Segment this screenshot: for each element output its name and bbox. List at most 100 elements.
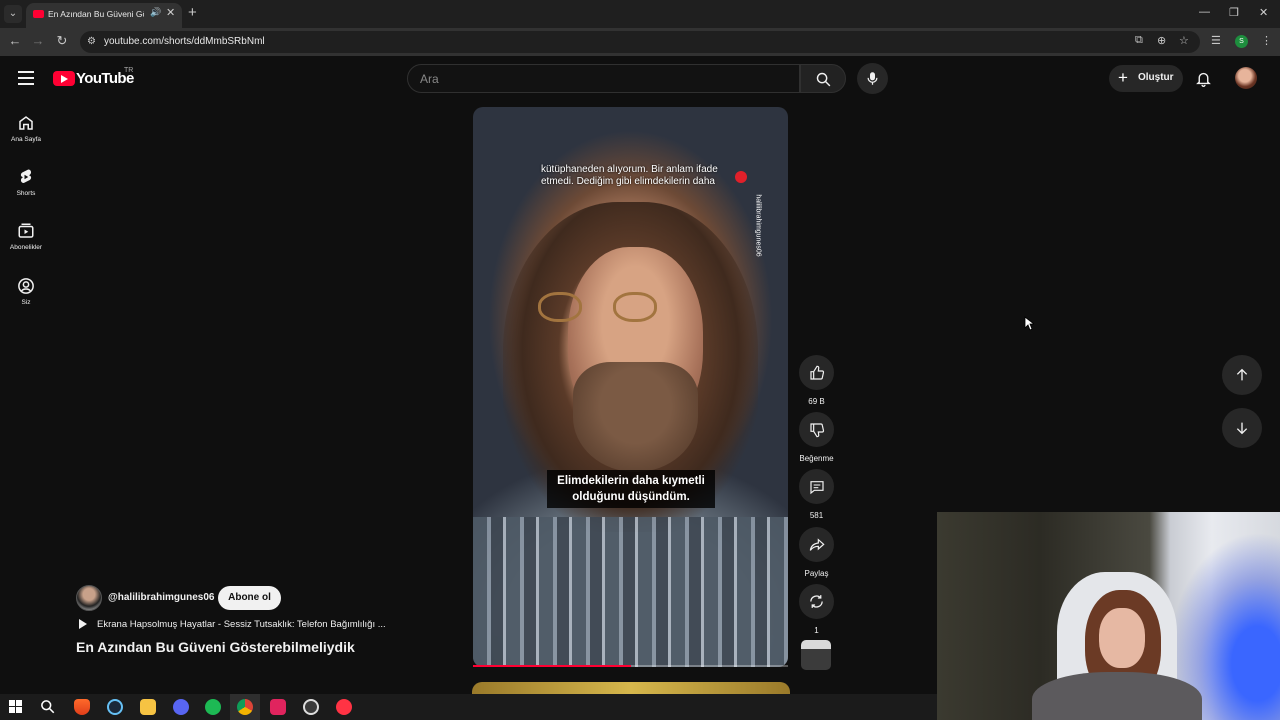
chrome-taskbar-active[interactable] — [230, 694, 260, 720]
comments-button[interactable] — [799, 469, 834, 504]
new-tab-button[interactable]: + — [188, 4, 197, 21]
video-watermark: halilibrahimgunes06 — [754, 194, 762, 257]
share-icon — [809, 537, 825, 551]
webcam-person-face — [1099, 608, 1145, 668]
windows-taskbar — [0, 694, 937, 720]
like-button[interactable] — [799, 355, 834, 390]
create-button[interactable]: + Oluştur — [1109, 65, 1183, 92]
discord-icon[interactable] — [173, 699, 189, 715]
sidebar-item-home[interactable]: Ana Sayfa — [0, 114, 52, 143]
dislike-button[interactable] — [799, 412, 834, 447]
previous-short-button[interactable] — [1222, 355, 1262, 395]
channel-handle[interactable]: @halilibrahimgunes06 — [108, 592, 214, 603]
file-explorer-icon[interactable] — [140, 699, 156, 715]
app-bubble-icon[interactable] — [336, 699, 352, 715]
steam-icon[interactable] — [107, 699, 123, 715]
country-code: TR — [124, 67, 134, 74]
next-short-button[interactable] — [1222, 408, 1262, 448]
voice-search-button[interactable] — [857, 63, 888, 94]
close-window-icon[interactable]: ✕ — [1259, 6, 1268, 19]
address-toolbar: ← → ↻ ⚙ youtube.com/shorts/ddMmbSRbNml ⧉… — [0, 28, 1280, 56]
subscriptions-icon — [18, 223, 34, 238]
app-red-icon[interactable] — [270, 699, 286, 715]
sidebar-item-label: Shorts — [16, 190, 36, 197]
account-avatar[interactable] — [1235, 67, 1257, 89]
webcam-overlay — [937, 512, 1280, 720]
remix-count: 1 — [814, 626, 819, 635]
share-label: Paylaş — [804, 569, 829, 578]
sidebar-item-label: Ana Sayfa — [11, 136, 41, 143]
windows-start-icon[interactable] — [9, 700, 22, 713]
video-title: En Azından Bu Güveni Gösterebilmeliydik — [76, 639, 355, 655]
thumbs-down-icon — [809, 422, 824, 437]
back-icon[interactable]: ← — [6, 33, 24, 48]
youtube-favicon-icon — [33, 10, 44, 18]
site-info-icon[interactable]: ⚙ — [87, 36, 96, 47]
minimize-icon[interactable]: — — [1199, 6, 1210, 18]
play-icon — [79, 619, 87, 629]
you-icon — [18, 278, 34, 294]
video-subtitle-top: kütüphaneden alıyorum. Bir anlam ifade e… — [541, 164, 718, 187]
bookmark-star-icon[interactable]: ☆ — [1179, 34, 1189, 47]
dislike-label: Beğenme — [799, 454, 834, 463]
restore-icon[interactable]: ❐ — [1229, 6, 1239, 19]
video-frame-shirt — [473, 517, 788, 667]
channel-avatar[interactable] — [76, 585, 102, 611]
dislike-action[interactable]: Beğenme — [799, 412, 834, 463]
remix-action[interactable]: 1 — [799, 584, 834, 635]
forward-icon[interactable]: → — [29, 33, 47, 48]
comment-count: 581 — [809, 511, 824, 520]
sidebar-item-subscriptions[interactable]: Abonelikler — [0, 222, 52, 251]
chrome-icon — [237, 699, 253, 715]
mouse-cursor-icon — [1024, 316, 1034, 331]
sound-thumbnail[interactable] — [801, 640, 831, 670]
browser-tab[interactable]: En Azından Bu Güveni Göst 🔊 ✕ — [26, 3, 182, 28]
browser-profile-avatar[interactable]: S — [1235, 35, 1248, 48]
close-tab-icon[interactable]: ✕ — [166, 6, 175, 19]
search-input[interactable]: Ara — [407, 64, 800, 93]
sidebar-item-shorts[interactable]: Shorts — [0, 168, 52, 197]
youtube-logo-icon[interactable] — [53, 71, 75, 86]
remix-button[interactable] — [799, 584, 834, 619]
shorts-video-player[interactable]: kütüphaneden alıyorum. Bir anlam ifade e… — [473, 107, 788, 667]
spotify-icon[interactable] — [205, 699, 221, 715]
record-icon — [735, 171, 747, 183]
sidebar-item-label: Siz — [21, 299, 31, 306]
arrow-down-icon — [1236, 422, 1248, 435]
zoom-icon[interactable]: ⊕ — [1157, 34, 1166, 47]
playlist-link[interactable]: Ekrana Hapsolmuş Hayatlar - Sessiz Tutsa… — [97, 619, 407, 630]
video-progress-fill — [473, 665, 631, 667]
video-frame-glasses-right — [613, 292, 657, 322]
install-app-icon[interactable]: ⧉ — [1135, 34, 1143, 47]
speaker-icon[interactable]: 🔊 — [150, 7, 161, 18]
remix-icon — [810, 595, 823, 608]
comments-action[interactable]: 581 — [799, 469, 834, 520]
share-button[interactable] — [799, 527, 834, 562]
sidebar-item-you[interactable]: Siz — [0, 277, 52, 306]
comment-icon — [809, 480, 824, 494]
arrow-up-icon — [1236, 368, 1248, 381]
like-count: 69 B — [808, 397, 825, 406]
sidebar-item-label: Abonelikler — [9, 244, 43, 251]
url-text[interactable]: youtube.com/shorts/ddMmbSRbNml — [104, 36, 265, 47]
video-frame-glasses-left — [538, 292, 582, 322]
more-menu-icon[interactable]: ⋮ — [1261, 34, 1272, 47]
reload-icon[interactable]: ↻ — [53, 33, 71, 49]
brave-icon[interactable] — [74, 699, 90, 715]
search-icon[interactable] — [40, 699, 55, 714]
subscribe-button[interactable]: Abone ol — [218, 586, 281, 610]
tab-search-button[interactable]: ⌄ — [4, 5, 22, 23]
notifications-bell-icon[interactable] — [1195, 69, 1212, 88]
reading-list-icon[interactable]: ☰ — [1211, 34, 1221, 47]
guide-menu-icon[interactable] — [18, 71, 34, 89]
webcam-person-body — [1032, 672, 1202, 720]
omnibox[interactable]: ⚙ youtube.com/shorts/ddMmbSRbNml — [80, 31, 1200, 53]
video-progress-bar[interactable] — [473, 665, 788, 667]
microphone-icon — [867, 72, 878, 85]
clock-app-icon[interactable] — [303, 699, 319, 715]
share-action[interactable]: Paylaş — [799, 527, 834, 578]
like-action[interactable]: 69 B — [799, 355, 834, 406]
shorts-icon — [20, 169, 32, 183]
thumbs-up-icon — [809, 365, 824, 380]
search-button[interactable] — [800, 64, 846, 93]
